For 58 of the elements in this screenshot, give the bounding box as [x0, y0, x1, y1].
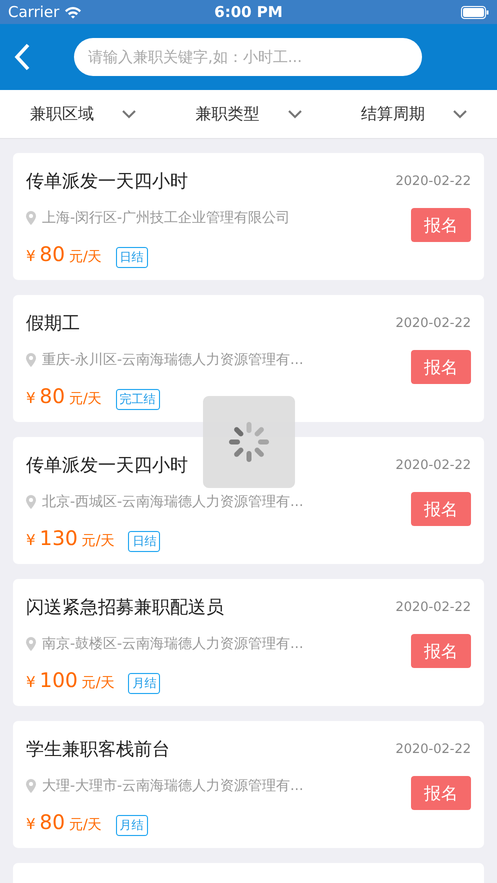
pay-amount: 80	[40, 384, 65, 408]
location-pin-icon	[26, 495, 36, 509]
post-date: 2020-02-22	[395, 600, 471, 614]
location-pin-icon	[26, 353, 36, 367]
job-title: 传单派发一天四小时	[26, 170, 189, 193]
location-pin-icon	[26, 211, 36, 225]
battery-icon	[461, 6, 489, 18]
location-pin-icon	[26, 637, 36, 651]
chevron-down-icon	[453, 110, 468, 118]
job-title: 闪送紧急招募兼职配送员	[26, 596, 225, 619]
job-location: 上海-闵行区-广州技工企业管理有限公司	[42, 209, 290, 227]
job-title: 学生兼职客栈前台	[26, 738, 171, 761]
settlement-tag: 日结	[116, 247, 148, 268]
job-card[interactable]: 传单派发一天四小时 2020-02-22 上海-闵行区-广州技工企业管理有限公司 报名 ¥ 80 元/天 日结	[13, 153, 484, 280]
filter-dropdown[interactable]: 兼职类型	[166, 104, 332, 124]
job-location: 大理-大理市-云南海瑞德人力资源管理有...	[42, 777, 304, 795]
post-date: 2020-02-22	[395, 458, 471, 472]
job-location: 北京-西城区-云南海瑞德人力资源管理有...	[42, 493, 304, 511]
job-title: 传单派发一天四小时	[26, 454, 189, 477]
filter-dropdown[interactable]: 兼职区域	[0, 104, 166, 124]
clock-time: 6:00 PM	[214, 3, 283, 21]
carrier-label: Carrier	[8, 3, 82, 21]
pay-unit: 元/天	[69, 816, 102, 834]
job-card[interactable]: 传单派发一天四小时 2020-02-22 北京-西城区-云南海瑞德人力资源管理有... 报名 ¥ 130 元/天 日结	[13, 437, 484, 564]
filter-dropdown[interactable]: 结算周期	[331, 104, 497, 124]
back-icon[interactable]	[14, 43, 30, 71]
job-card[interactable]: 闪送紧急招募兼职配送员 2020-02-22 南京-鼓楼区-云南海瑞德人力资源管理有... 报名 ¥ 100 元/天 月结	[13, 579, 484, 706]
pay-unit: 元/天	[69, 390, 102, 408]
job-card[interactable]: 假期工 2020-02-22 重庆-永川区-云南海瑞德人力资源管理有... 报名 ¥ 80 元/天 完工结	[13, 295, 484, 422]
job-card[interactable]: 学生兼职客栈前台 2020-02-22 大理-大理市-云南海瑞德人力资源管理有... 报名 ¥ 80 元/天 月结	[13, 721, 484, 848]
job-location: 南京-鼓楼区-云南海瑞德人力资源管理有...	[42, 635, 304, 653]
job-location: 重庆-永川区-云南海瑞德人力资源管理有...	[42, 351, 304, 369]
post-date: 2020-02-22	[395, 174, 471, 188]
pay-amount: 80	[40, 242, 65, 266]
settlement-tag: 月结	[116, 815, 148, 836]
currency-sign: ¥	[26, 389, 36, 407]
currency-sign: ¥	[26, 531, 36, 549]
search-field[interactable]: 请输入兼职关键字,如：小时工...	[74, 38, 422, 76]
currency-sign: ¥	[26, 815, 36, 833]
pay-unit: 元/天	[82, 674, 114, 692]
pay-amount: 130	[40, 526, 78, 550]
currency-sign: ¥	[26, 247, 36, 265]
spinner-icon	[227, 420, 271, 464]
chevron-down-icon	[122, 110, 136, 118]
settlement-tag: 完工结	[116, 389, 160, 410]
settlement-tag: 月结	[128, 673, 160, 694]
location-pin-icon	[26, 779, 36, 793]
wifi-icon	[64, 6, 82, 18]
post-date: 2020-02-22	[395, 316, 471, 330]
currency-sign: ¥	[26, 673, 36, 691]
pay-amount: 100	[40, 668, 78, 692]
pay-unit: 元/天	[82, 532, 114, 550]
pay-amount: 80	[40, 810, 65, 834]
settlement-tag: 日结	[128, 531, 160, 552]
job-title: 假期工	[26, 312, 81, 335]
post-date: 2020-02-22	[395, 742, 471, 756]
pay-unit: 元/天	[69, 248, 102, 266]
chevron-down-icon	[288, 110, 302, 118]
